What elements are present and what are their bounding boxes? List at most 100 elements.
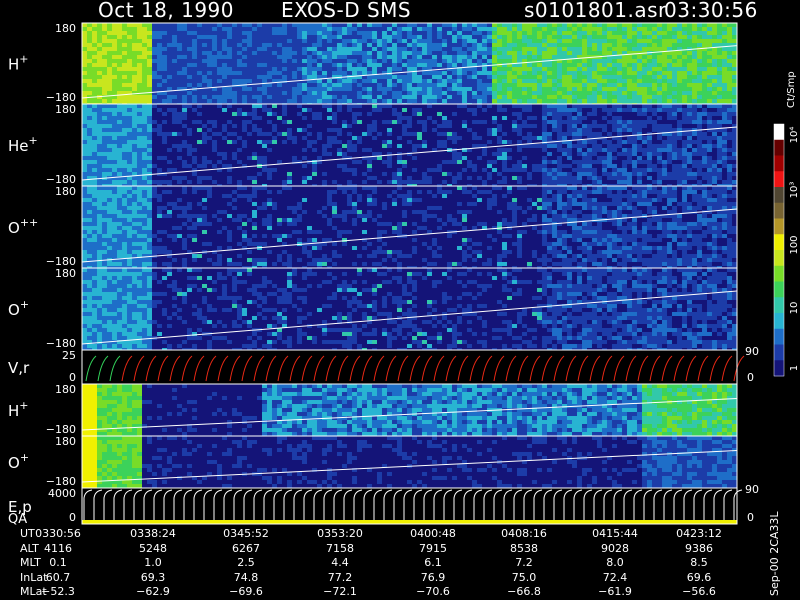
- colorbar-swatch: [774, 313, 784, 330]
- footer-value: 0330:56: [35, 527, 81, 540]
- axis-top-label: 180: [55, 267, 76, 280]
- footer-value: 0408:16: [501, 527, 547, 540]
- axis-bottom-label: 0: [69, 511, 76, 524]
- panel-8: E,p40000900: [8, 483, 759, 525]
- footer-row-inlat: InLat 60.7 69.3 74.8 77.2 76.9 75.0 72.4 69.6: [0, 571, 760, 586]
- axis-right-top-label: 90: [745, 483, 759, 496]
- footer-value: 7915: [419, 541, 447, 555]
- axis-right-bottom-label: 0: [747, 371, 754, 384]
- panel-label: O+: [8, 298, 29, 319]
- footer-value: 2.5: [237, 556, 255, 569]
- footer-value: −70.6: [416, 585, 450, 598]
- footer-value: 8538: [510, 541, 538, 555]
- footer-value: 4116: [44, 541, 72, 555]
- colorbar-swatch: [774, 344, 784, 361]
- footer-row-alt: ALT 4116 5248 6267 7158 7915 8538 9028 9386: [0, 542, 760, 557]
- qa-bar: [82, 520, 737, 524]
- colorbar-swatch: [774, 202, 784, 219]
- axis-right-top-label: 90: [745, 345, 759, 358]
- colorbar-swatch: [774, 250, 784, 267]
- footer-value: 0415:44: [592, 527, 638, 540]
- footer-value: 9386: [685, 541, 713, 555]
- colorbar-swatch: [774, 297, 784, 314]
- qa-label: QA: [8, 512, 27, 527]
- footer-value: 69.6: [686, 570, 712, 584]
- panel-background: [82, 488, 737, 524]
- footer-value: 8.5: [690, 556, 708, 569]
- axis-right-bottom-label: 0: [747, 511, 754, 524]
- colorbar-swatch: [774, 265, 784, 282]
- panel-4: O+180−180: [8, 267, 738, 352]
- axis-top-label: 180: [55, 22, 76, 35]
- footer-value: 6.1: [424, 556, 442, 569]
- panel-7: O+180−180: [8, 435, 738, 489]
- footer-value: 6267: [232, 541, 260, 555]
- footer-value: 0345:52: [223, 527, 269, 540]
- panel-label: O+: [8, 451, 29, 472]
- footer-value: 75.0: [511, 570, 537, 584]
- footer-value: 72.4: [602, 570, 628, 584]
- colorbar-swatch: [774, 281, 784, 298]
- colorbar-tick: 10: [789, 302, 800, 315]
- panel-label: H+: [8, 53, 29, 74]
- panel-label-sup: +: [20, 451, 29, 464]
- panel-2: He+180−180: [8, 103, 738, 188]
- colorbar-tick: 10³: [789, 182, 800, 199]
- footer-value: 0400:48: [410, 527, 456, 540]
- footer-value: 7158: [326, 541, 354, 555]
- panel-label-sup: +: [19, 53, 28, 66]
- colorbar-tick: 100: [789, 235, 800, 254]
- footer-value: 77.2: [327, 570, 353, 584]
- footer-value: 0423:12: [676, 527, 722, 540]
- colorbar-swatch: [774, 124, 784, 141]
- footer-value: 1.0: [144, 556, 162, 569]
- panel-5: V,r250900: [8, 345, 759, 385]
- colorbar-tick: 10⁴: [789, 127, 800, 144]
- panel-label: H+: [8, 399, 29, 420]
- panel-label: O++: [8, 216, 38, 237]
- date-stamp: Sep-00 2CA33L: [768, 511, 781, 596]
- footer-value: 74.8: [233, 570, 259, 584]
- axis-top-label: 180: [55, 185, 76, 198]
- axis-top-label: 25: [62, 349, 76, 362]
- footer-value: 9028: [601, 541, 629, 555]
- axis-top-label: 180: [55, 435, 76, 448]
- panel-label-sup: +: [19, 399, 28, 412]
- colorbar-swatch: [774, 139, 784, 156]
- footer-row-mlt: MLT 0.1 1.0 2.5 4.4 6.1 7.2 8.0 8.5: [0, 556, 760, 571]
- axis-top-label: 180: [55, 383, 76, 396]
- spectrogram-chart: H+180−180He+180−180O++180−180O+180−180V,…: [8, 22, 800, 527]
- panel-6: H+180−180: [8, 383, 738, 437]
- footer-value: 0.1: [49, 556, 67, 569]
- colorbar-swatch: [774, 218, 784, 235]
- axis-top-label: 180: [55, 103, 76, 116]
- footer-value: −69.6: [229, 585, 263, 598]
- footer-value: 60.7: [45, 570, 71, 584]
- colorbar-swatch: [774, 234, 784, 251]
- footer-value: −56.6: [682, 585, 716, 598]
- panel-3: O++180−180: [8, 185, 738, 270]
- footer-value: 76.9: [420, 570, 446, 584]
- footer-value: −61.9: [598, 585, 632, 598]
- axis-top-label: 4000: [48, 487, 76, 500]
- colorbar: Ct/Smp 1 10 100 10³ 10⁴: [773, 71, 800, 377]
- footer-value: −72.1: [323, 585, 357, 598]
- colorbar-swatch: [774, 171, 784, 188]
- panel-label-sup: +: [20, 298, 29, 311]
- footer-value: 4.4: [331, 556, 349, 569]
- footer-value: −66.8: [507, 585, 541, 598]
- colorbar-tick: 1: [789, 365, 800, 371]
- footer-value: 69.3: [140, 570, 166, 584]
- colorbar-swatch: [774, 187, 784, 204]
- footer-value: 8.0: [606, 556, 624, 569]
- panel-label-sup: ++: [20, 216, 38, 229]
- panel-label: He+: [8, 134, 38, 155]
- colorbar-unit: Ct/Smp: [786, 71, 797, 108]
- colorbar-swatch: [774, 328, 784, 345]
- panel-1: H+180−180: [8, 22, 738, 107]
- colorbar-swatch: [774, 360, 784, 377]
- footer-value: 5248: [139, 541, 167, 555]
- footer-value: −62.9: [136, 585, 170, 598]
- footer-value: 7.2: [515, 556, 533, 569]
- footer-value: 0338:24: [130, 527, 176, 540]
